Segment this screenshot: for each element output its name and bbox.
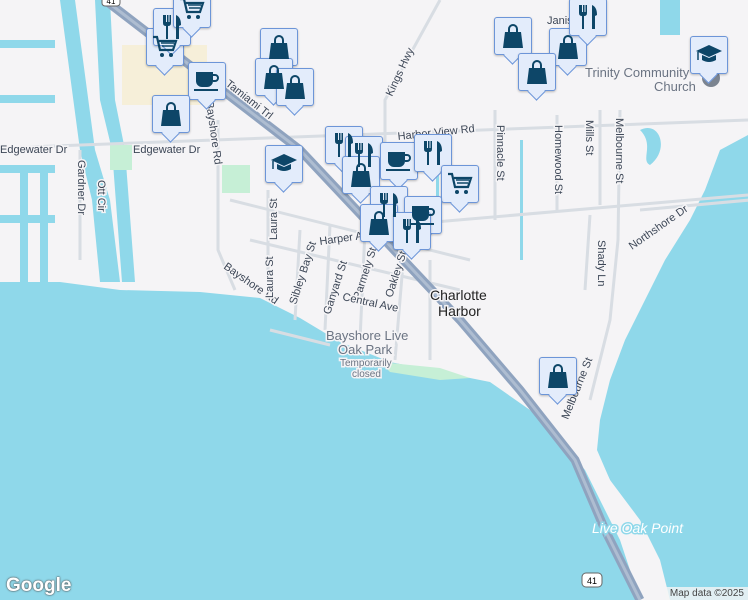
shopping-bag-icon (269, 35, 289, 59)
graduation-cap-icon (696, 45, 722, 62)
road-label: Kings Hwy (384, 46, 417, 99)
road-label: Ott Cir (95, 180, 107, 212)
park-status: closed (352, 369, 381, 380)
park-label: Bayshore Live (326, 328, 408, 343)
graduation-cap-icon (271, 154, 297, 171)
shopping-cart-icon (180, 0, 205, 19)
poi-marker-cart[interactable] (441, 165, 479, 203)
point-label: Live Oak Point (592, 520, 684, 536)
road-label: Oakley St (383, 250, 409, 299)
road-label: Laura St (264, 256, 276, 298)
shopping-bag-icon (285, 75, 305, 99)
restaurant-icon (424, 141, 442, 165)
poi-marker-shop[interactable] (152, 95, 190, 133)
coffee-cup-icon (386, 152, 411, 171)
road-label: Shady Ln (595, 240, 607, 286)
road-label: Pinnacle St (494, 125, 506, 181)
shopping-cart-icon (448, 172, 473, 194)
route-shield: 41 (581, 572, 603, 588)
poi-marker-fork[interactable] (569, 0, 607, 36)
road-label: Mills St (583, 120, 595, 155)
map-canvas[interactable]: 41 41 Tamiami Trl Edgewater Dr Edgewater… (0, 0, 748, 600)
restaurant-icon (403, 219, 421, 243)
poi-marker-school[interactable] (690, 36, 728, 74)
poi-marker-shop[interactable] (494, 17, 532, 55)
church-label: Church (654, 79, 696, 94)
road-label: Bayshore Rd (203, 101, 224, 166)
shopping-bag-icon (369, 211, 389, 235)
restaurant-icon (579, 5, 597, 29)
poi-marker-coffee[interactable] (188, 62, 226, 100)
google-logo: Google (6, 575, 72, 596)
shopping-bag-icon (548, 364, 568, 388)
shopping-bag-icon (264, 65, 284, 89)
town-label: Harbor (438, 303, 481, 319)
shopping-bag-icon (558, 35, 578, 59)
restaurant-icon (335, 133, 353, 157)
poi-marker-shop[interactable] (518, 53, 556, 91)
shopping-bag-icon (161, 102, 181, 126)
map-attribution[interactable]: Map data ©2025 (665, 587, 748, 600)
road-label: Edgewater Dr (133, 144, 201, 156)
road-label: Melbourne St (613, 118, 625, 183)
park-label: Oak Park (338, 342, 393, 357)
coffee-cup-icon (194, 72, 219, 91)
poi-marker-shop[interactable] (539, 357, 577, 395)
svg-text:41: 41 (107, 0, 116, 6)
svg-text:41: 41 (587, 576, 597, 586)
town-label: Charlotte (430, 287, 487, 303)
shopping-bag-icon (527, 60, 547, 84)
road-label: Gardner Dr (75, 160, 87, 215)
shopping-bag-icon (351, 163, 371, 187)
park-status: Temporarily (340, 358, 392, 369)
poi-marker-coffee[interactable] (380, 142, 418, 180)
bay-water (0, 282, 640, 600)
road-label: Edgewater Dr (0, 144, 68, 156)
route-shield: 41 (101, 0, 121, 7)
road-label: Homewood St (552, 125, 564, 194)
church-label: Trinity Community (585, 65, 690, 80)
road-label: Laura St (268, 198, 280, 240)
poi-marker-school[interactable] (265, 145, 303, 183)
shopping-bag-icon (503, 24, 523, 48)
